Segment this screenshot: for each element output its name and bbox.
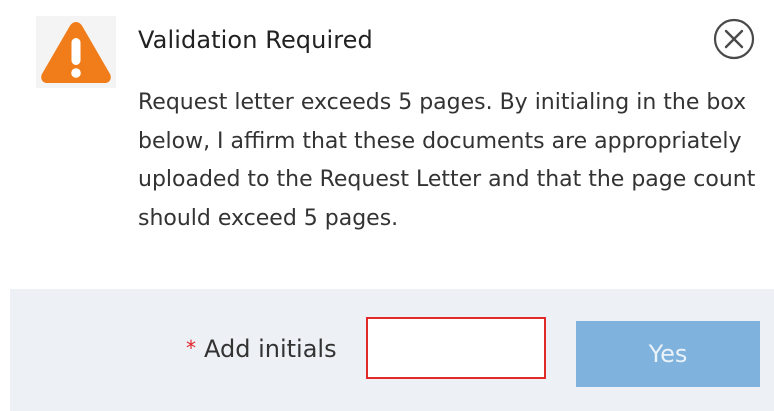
close-circle-icon[interactable] (712, 17, 756, 61)
yes-button[interactable]: Yes (576, 321, 760, 387)
warning-icon (36, 16, 116, 88)
initials-label: * Add initials (186, 335, 337, 363)
dialog-title: Validation Required (138, 26, 373, 54)
dialog-footer: * Add initials Yes (10, 289, 774, 411)
dialog-message: Request letter exceeds 5 pages. By initi… (138, 90, 756, 231)
validation-dialog: Validation Required Request letter excee… (0, 0, 774, 411)
required-marker: * (186, 336, 196, 360)
initials-input[interactable] (366, 317, 546, 379)
initials-label-text: Add initials (204, 335, 337, 363)
close-button[interactable] (712, 17, 756, 61)
